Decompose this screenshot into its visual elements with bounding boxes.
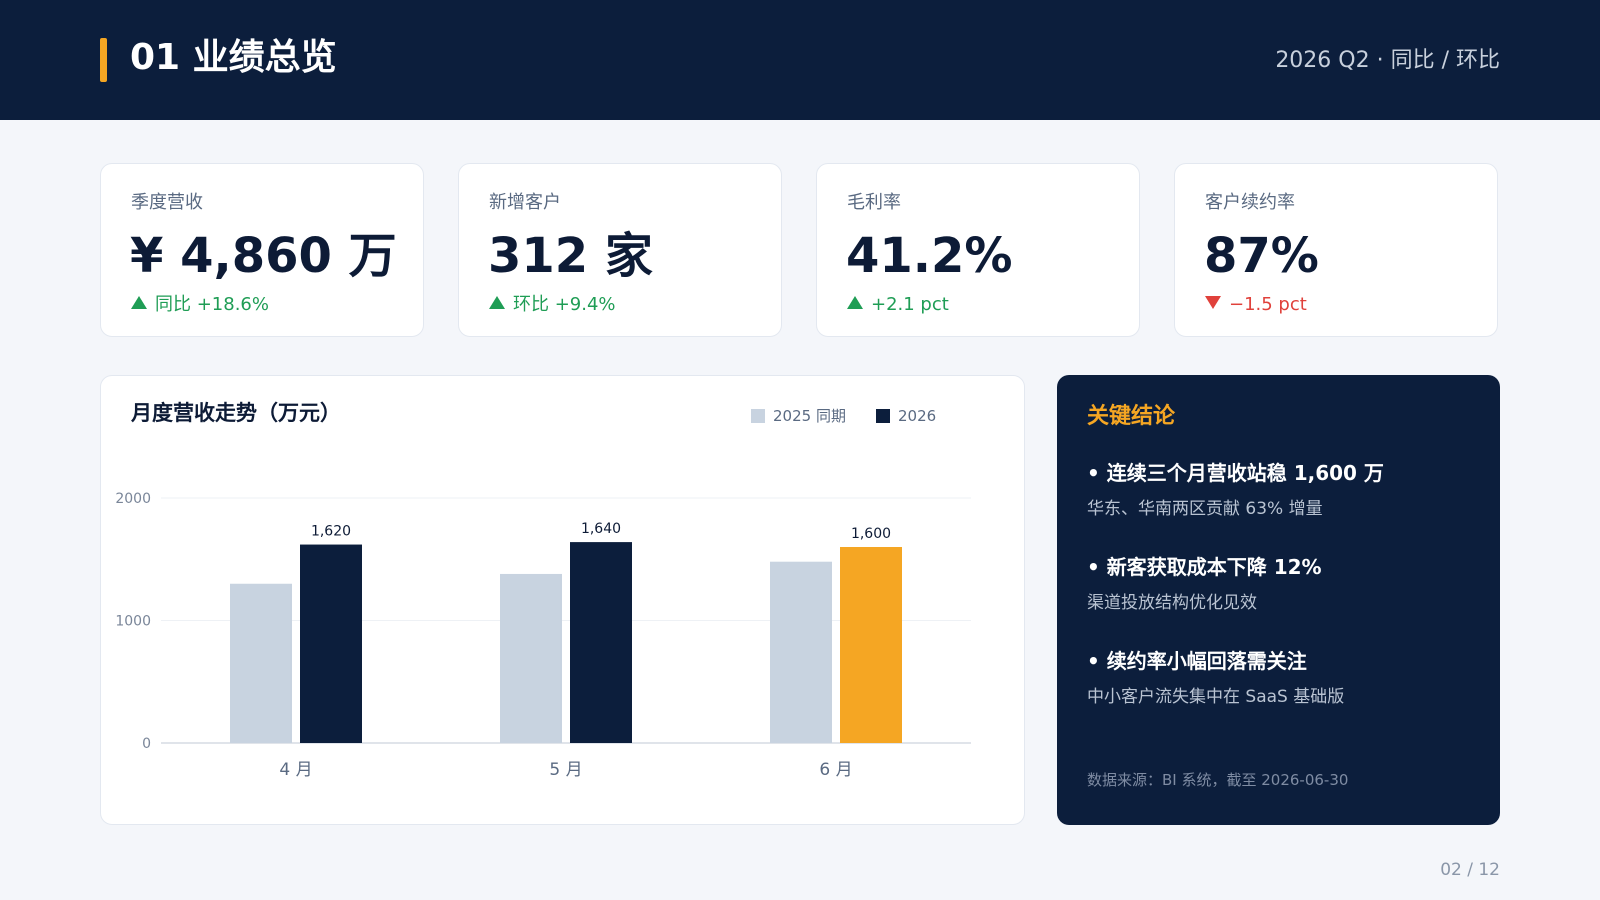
kpi-card-gross-margin: 毛利率 41.2% +2.1 pct — [816, 163, 1140, 337]
legend-item-2025: 2025 同期 — [751, 406, 846, 426]
kpi-delta-text: 环比 +9.4% — [513, 294, 616, 315]
kpi-value: 87% — [1204, 228, 1319, 284]
bar-2026 — [840, 547, 902, 743]
kpi-label: 季度营收 — [131, 192, 203, 213]
kpi-card-renewal-rate: 客户续约率 87% −1.5 pct — [1174, 163, 1498, 337]
y-tick-label: 0 — [142, 736, 151, 752]
bar-2025 — [500, 573, 562, 743]
conclusion-detail: 中小客户流失集中在 SaaS 基础版 — [1087, 687, 1345, 707]
page-title: 01 业绩总览 — [130, 37, 337, 78]
data-label: 1,620 — [311, 524, 351, 540]
title-accent-bar — [100, 38, 107, 82]
kpi-value: 312 家 — [488, 228, 653, 284]
data-label: 1,640 — [581, 521, 621, 537]
x-tick-label: 5 月 — [549, 760, 582, 780]
period-label: 2026 Q2 · 同比 / 环比 — [1275, 48, 1500, 73]
kpi-delta: 同比 +18.6% — [131, 292, 269, 318]
triangle-up-icon — [847, 296, 863, 309]
legend-label: 2025 同期 — [773, 407, 846, 425]
kpi-delta-text: −1.5 pct — [1229, 294, 1307, 315]
bar-2025 — [770, 561, 832, 743]
y-tick-label: 1000 — [115, 614, 151, 630]
data-label: 1,600 — [851, 526, 891, 542]
bar-2026 — [570, 542, 632, 743]
triangle-up-icon — [131, 296, 147, 309]
legend-swatch — [876, 409, 890, 423]
page-number: 02 / 12 — [1440, 860, 1500, 880]
data-source-note: 数据来源：BI 系统，截至 2026-06-30 — [1087, 771, 1349, 789]
conclusion-detail: 华东、华南两区贡献 63% 增量 — [1087, 499, 1323, 519]
triangle-down-icon — [1205, 296, 1221, 309]
kpi-card-new-customers: 新增客户 312 家 环比 +9.4% — [458, 163, 782, 337]
x-tick-label: 4 月 — [279, 760, 312, 780]
key-conclusions-panel: 关键结论 • 连续三个月营收站稳 1,600 万 华东、华南两区贡献 63% 增… — [1057, 375, 1500, 825]
revenue-chart-card: 0 1000 2000 1,620 4 月 1,640 5 月 1,600 6 月 月度营收走势… — [100, 375, 1025, 825]
conclusion-point: • 新客获取成本下降 12% — [1087, 555, 1322, 579]
kpi-label: 毛利率 — [847, 192, 901, 213]
kpi-value: ¥ 4,860 万 — [130, 228, 397, 284]
revenue-bar-chart: 0 1000 2000 1,620 4 月 1,640 5 月 1,600 6 月 — [115, 491, 971, 780]
kpi-delta-text: 同比 +18.6% — [155, 294, 269, 315]
kpi-delta: −1.5 pct — [1205, 292, 1307, 318]
legend-swatch — [751, 409, 765, 423]
kpi-label: 新增客户 — [489, 192, 561, 213]
header-bar: 01 业绩总览 2026 Q2 · 同比 / 环比 — [0, 0, 1600, 120]
bar-2026 — [300, 544, 362, 743]
kpi-delta-text: +2.1 pct — [871, 294, 949, 315]
kpi-label: 客户续约率 — [1205, 192, 1295, 213]
y-tick-label: 2000 — [115, 491, 151, 507]
conclusion-detail: 渠道投放结构优化见效 — [1087, 593, 1257, 613]
x-tick-label: 6 月 — [819, 760, 852, 780]
kpi-card-revenue: 季度营收 ¥ 4,860 万 同比 +18.6% — [100, 163, 424, 337]
conclusion-point: • 连续三个月营收站稳 1,600 万 — [1087, 461, 1384, 485]
legend-item-2026: 2026 — [876, 406, 936, 426]
chart-title: 月度营收走势（万元） — [131, 401, 341, 425]
conclusion-point: • 续约率小幅回落需关注 — [1087, 649, 1307, 673]
kpi-value: 41.2% — [846, 228, 1013, 284]
legend-label: 2026 — [898, 407, 937, 425]
triangle-up-icon — [489, 296, 505, 309]
kpi-delta: 环比 +9.4% — [489, 292, 616, 318]
bar-2025 — [230, 583, 292, 743]
conclusions-title: 关键结论 — [1087, 404, 1176, 429]
kpi-delta: +2.1 pct — [847, 292, 949, 318]
